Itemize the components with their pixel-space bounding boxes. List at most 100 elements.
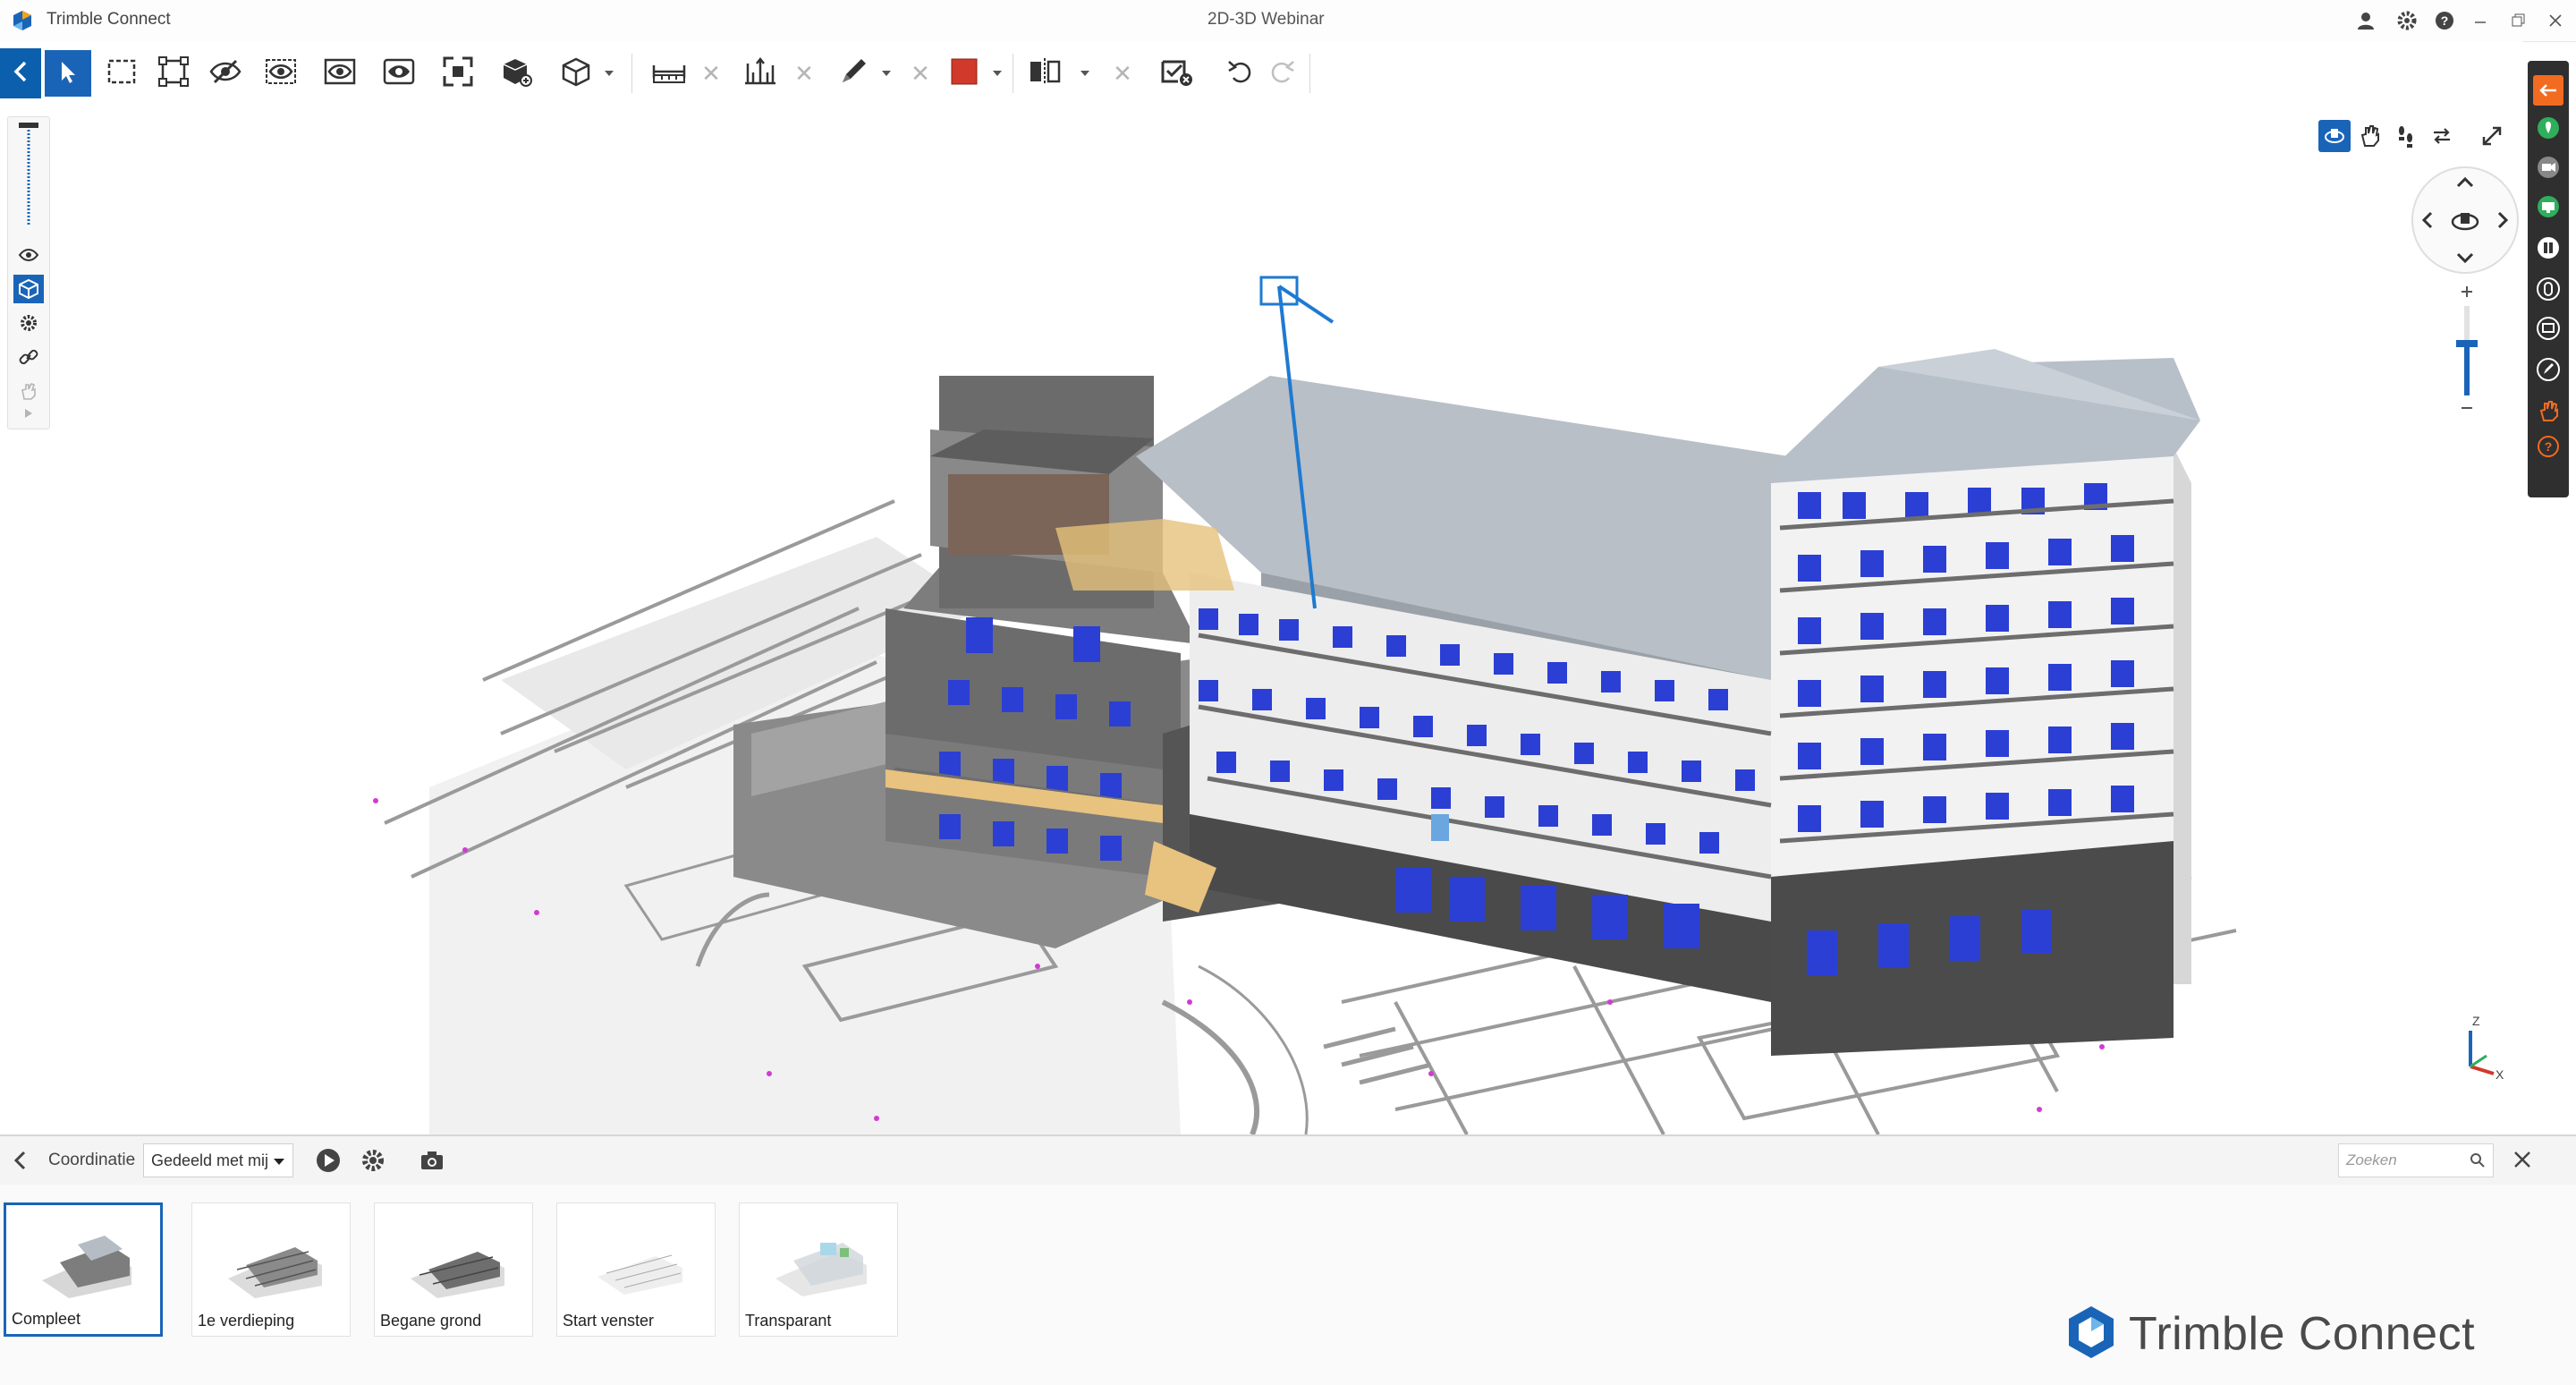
fit-selection-icon [158, 55, 189, 91]
isolate-icon [265, 58, 297, 89]
gear-icon[interactable] [360, 1147, 386, 1178]
color-swatch-icon [951, 58, 978, 89]
view-cube-icon [561, 56, 591, 91]
location-icon[interactable] [2533, 113, 2563, 143]
minimize-icon[interactable] [2467, 7, 2494, 34]
color-dropdown-caret[interactable] [989, 50, 1005, 97]
show-all-button[interactable] [376, 50, 422, 97]
object-properties-button[interactable] [494, 50, 540, 97]
view-thumbnail-transparant[interactable]: Transparant [739, 1202, 898, 1337]
ghost-icon [324, 58, 356, 89]
user-icon[interactable] [2352, 7, 2379, 34]
screen-share-icon[interactable] [2533, 191, 2563, 222]
clear-clip-button[interactable]: ✕ [1109, 50, 1136, 97]
clear-measure-button[interactable]: ✕ [698, 50, 724, 97]
view-thumbnail-begane-grond[interactable]: Begane grond [374, 1202, 533, 1337]
object-properties-icon [501, 56, 533, 91]
view-thumbnail-1e-verdieping[interactable]: 1e verdieping [191, 1202, 351, 1337]
clip-icon [1028, 56, 1062, 91]
clash-icon [1160, 56, 1194, 91]
redo-button[interactable] [1259, 50, 1306, 97]
trimble-logo-icon [2066, 1304, 2116, 1364]
model-viewport[interactable]: Z X [0, 107, 2522, 1134]
gear-icon[interactable] [13, 309, 44, 337]
link-icon[interactable] [13, 343, 44, 371]
view-label: Begane grond [380, 1312, 482, 1330]
close-icon[interactable] [2510, 1147, 2535, 1177]
section-plane-button[interactable] [737, 50, 784, 97]
mouse-icon[interactable] [2533, 274, 2563, 304]
pause-icon[interactable] [2533, 233, 2563, 263]
measure-button[interactable] [646, 50, 692, 97]
building-model-3d[interactable] [0, 107, 2522, 1134]
view-label: Start venster [563, 1312, 655, 1330]
zoom-slider[interactable] [2451, 283, 2483, 421]
orbit-icon[interactable] [2318, 120, 2351, 152]
ghost-button[interactable] [317, 50, 363, 97]
view-preview-image [597, 1254, 682, 1295]
fit-all-button[interactable] [435, 50, 481, 97]
pan-icon[interactable] [2354, 120, 2386, 152]
expand-arrow-icon[interactable] [13, 404, 44, 423]
trimble-connect-brand: Trimble Connect [2066, 1304, 2476, 1364]
clip-dropdown-caret[interactable] [1077, 50, 1093, 97]
fit-selection-button[interactable] [150, 50, 197, 97]
undo-button[interactable] [1216, 50, 1263, 97]
toolbar-divider [631, 54, 632, 93]
clash-button[interactable] [1154, 50, 1200, 97]
back-button[interactable] [0, 48, 41, 98]
axis-z-label: Z [2472, 1014, 2480, 1028]
color-swatch-button[interactable] [941, 50, 987, 97]
views-filter-select[interactable]: Gedeeld met mij [143, 1143, 293, 1177]
section-slider[interactable] [15, 123, 42, 230]
hide-icon [209, 58, 242, 89]
clear-markup-button[interactable]: ✕ [907, 50, 934, 97]
camera-icon[interactable] [419, 1147, 445, 1178]
view-thumbnail-start-venster[interactable]: Start venster [556, 1202, 716, 1337]
isolate-button[interactable] [258, 50, 304, 97]
views-panel-header: Coordinatie Gedeeld met mij Zoeken [0, 1134, 2576, 1186]
box-select-button[interactable] [98, 50, 145, 97]
gear-icon[interactable] [2394, 7, 2420, 34]
svg-text:?: ? [2545, 439, 2553, 454]
hand-icon[interactable] [13, 377, 44, 405]
chevron-down-icon [273, 1153, 285, 1172]
eye-icon[interactable] [13, 241, 44, 269]
view-label: Transparant [745, 1312, 832, 1330]
navigation-tools [2318, 116, 2522, 157]
swap-icon[interactable] [2426, 120, 2458, 152]
select-icon [57, 59, 79, 89]
section-plane-icon [742, 56, 778, 91]
help-icon[interactable]: ? [2431, 7, 2458, 34]
clear-section-button[interactable]: ✕ [791, 50, 818, 97]
hide-button[interactable] [202, 50, 249, 97]
markup-pen-icon [838, 56, 869, 91]
navigation-wheel[interactable] [2411, 166, 2519, 274]
chevron-left-icon[interactable] [7, 1147, 34, 1174]
close-icon[interactable] [2542, 7, 2569, 34]
markup-pen-button[interactable] [830, 50, 877, 97]
view-thumbnail-compleet[interactable]: Compleet [4, 1202, 163, 1337]
chat-icon[interactable] [2533, 313, 2563, 344]
brand-text: Trimble Connect [2129, 1308, 2476, 1360]
video-icon[interactable] [2533, 152, 2563, 183]
view-dropdown-caret[interactable] [601, 50, 617, 97]
walk-icon[interactable] [2390, 120, 2422, 152]
select-tool-button[interactable] [45, 50, 91, 97]
clip-button[interactable] [1021, 50, 1068, 97]
view-label: Compleet [12, 1310, 81, 1328]
section-box-icon[interactable] [13, 275, 44, 303]
view-cube-button[interactable] [553, 50, 599, 97]
search-input[interactable]: Zoeken [2338, 1143, 2494, 1177]
main-toolbar: ✕ ✕ ✕ ✕ [0, 41, 2522, 108]
hand-icon[interactable] [2533, 395, 2563, 426]
pen-dropdown-caret[interactable] [878, 50, 894, 97]
arrow-icon[interactable] [2533, 75, 2563, 106]
help-icon[interactable]: ? [2533, 431, 2563, 462]
restore-icon[interactable] [2504, 7, 2531, 34]
play-icon[interactable] [315, 1147, 342, 1178]
pen-icon[interactable] [2533, 354, 2563, 385]
view-preview-image [42, 1236, 131, 1298]
axis-x-label: X [2496, 1067, 2504, 1082]
fullscreen-icon[interactable] [2476, 120, 2508, 152]
